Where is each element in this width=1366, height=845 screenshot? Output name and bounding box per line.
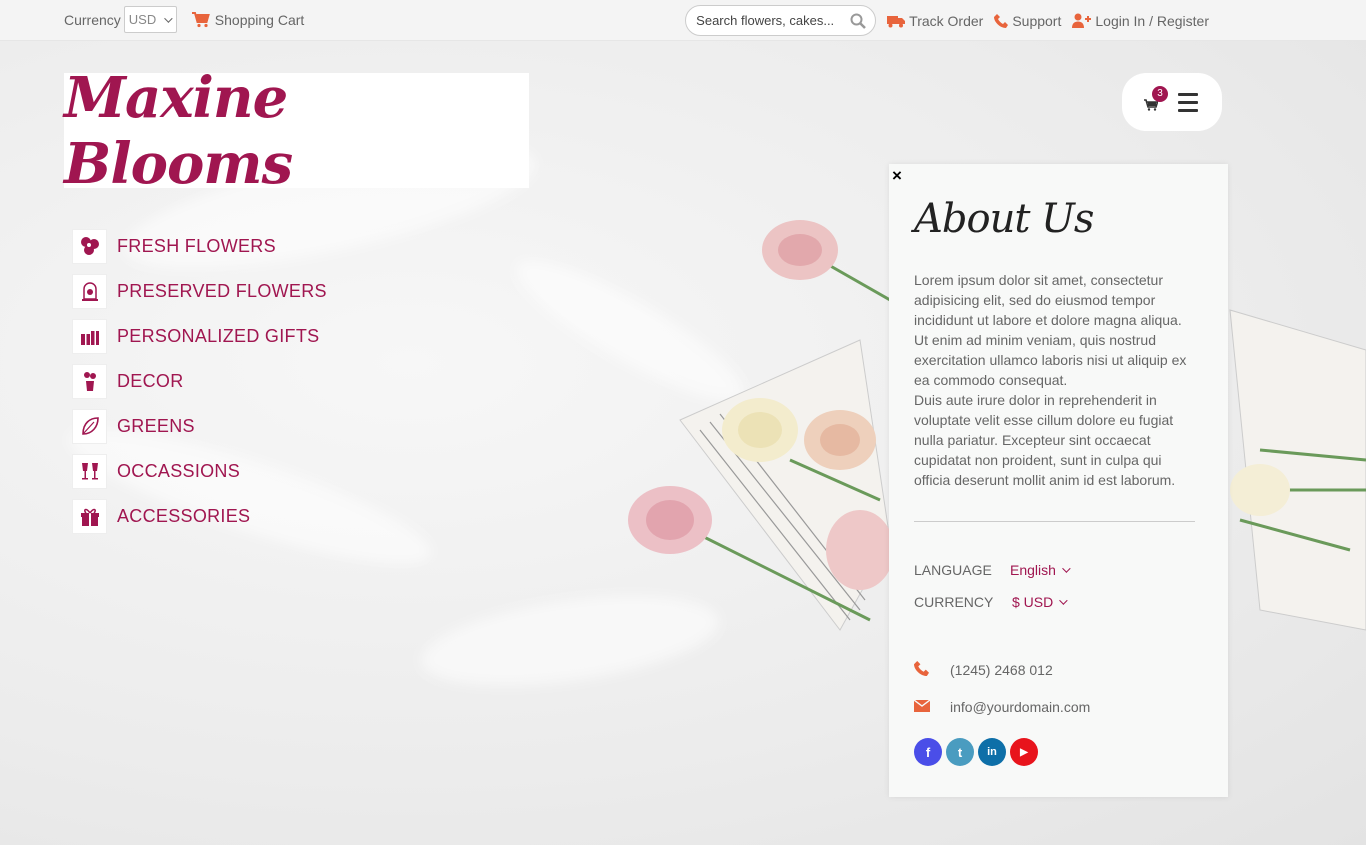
phone-icon [914, 661, 950, 679]
shopping-cart-label: Shopping Cart [214, 11, 305, 28]
about-us-paragraph: Duis aute irure dolor in reprehenderit i… [914, 392, 1176, 488]
login-label: Login In / Register [1095, 12, 1209, 29]
category-accessories[interactable]: ACCESSORIES [72, 498, 327, 534]
category-label: ACCESSORIES [117, 505, 251, 526]
search-icon[interactable] [850, 13, 867, 29]
category-occassions[interactable]: OCCASSIONS [72, 453, 327, 489]
envelope-icon [913, 699, 950, 715]
track-order-link[interactable]: Track Order [887, 13, 983, 29]
about-us-title: About Us [914, 196, 1094, 242]
close-icon[interactable]: × [892, 166, 902, 186]
category-label: PERSONALIZED GIFTS [117, 325, 320, 346]
about-us-panel: × About Us Lorem ipsum dolor sit amet, c… [889, 164, 1228, 797]
language-select[interactable]: English [1010, 562, 1071, 578]
youtube-icon[interactable]: ▶ [1010, 738, 1038, 766]
login-link[interactable]: Login In / Register [1072, 13, 1209, 29]
support-link[interactable]: Support [994, 13, 1061, 29]
chevron-down-icon [164, 13, 173, 23]
twitter-icon[interactable]: t [946, 738, 974, 766]
category-menu: FRESH FLOWERS PRESERVED FLOWERS PERSONAL… [72, 228, 327, 543]
language-value: English [1010, 562, 1056, 578]
top-bar: Currency USD Shopping Cart Track Order S… [0, 0, 1366, 41]
category-label: GREENS [117, 415, 195, 436]
shopping-cart-link[interactable]: Shopping Cart [191, 11, 305, 28]
currency-setting: CURRENCY $ USD [914, 594, 1068, 610]
phone-number: (1245) 2468 012 [950, 662, 1053, 678]
category-personalized-gifts[interactable]: PERSONALIZED GIFTS [72, 318, 327, 354]
currency-label: Currency [64, 11, 121, 28]
about-us-paragraph: Lorem ipsum dolor sit amet, consectetur … [914, 272, 1187, 388]
currency-setting-label: CURRENCY [914, 594, 994, 610]
giftbox-icon [72, 498, 107, 534]
divider [914, 521, 1195, 522]
search-box [685, 5, 877, 36]
phone-icon [994, 13, 1009, 28]
currency-setting-select[interactable]: $ USD [1012, 594, 1068, 610]
category-preserved-flowers[interactable]: PRESERVED FLOWERS [72, 273, 327, 309]
language-setting: LANGUAGE English [914, 562, 1071, 578]
flower-icon [72, 228, 107, 264]
language-label: LANGUAGE [914, 562, 992, 578]
about-us-text: Lorem ipsum dolor sit amet, consectetur … [914, 270, 1199, 490]
facebook-icon[interactable]: f [914, 738, 942, 766]
category-label: FRESH FLOWERS [117, 235, 276, 256]
currency-select-value: USD [128, 12, 157, 27]
chevron-down-icon [1059, 596, 1068, 605]
user-plus-icon [1072, 13, 1092, 28]
linkedin-icon[interactable]: in [978, 738, 1006, 766]
cart-count-badge: 3 [1152, 86, 1168, 102]
truck-icon [887, 15, 906, 27]
contact-phone: (1245) 2468 012 [914, 661, 1053, 679]
email-address[interactable]: info@yourdomain.com [950, 699, 1090, 715]
support-label: Support [1012, 12, 1062, 29]
cheers-icon [72, 453, 107, 489]
currency-select[interactable]: USD [123, 6, 177, 33]
search-input[interactable] [696, 13, 845, 28]
track-order-label: Track Order [909, 12, 984, 29]
hamburger-menu-icon[interactable] [1178, 93, 1198, 117]
bell-jar-icon [72, 273, 107, 309]
vase-icon [72, 363, 107, 399]
top-bar-right: Track Order Support Login In / Register [685, 5, 1209, 36]
site-logo[interactable]: Maxine Blooms [64, 65, 529, 197]
category-label: PRESERVED FLOWERS [117, 280, 327, 301]
logo-text: Maxine Blooms [64, 64, 293, 197]
cart-icon [191, 11, 210, 27]
contact-email: info@yourdomain.com [913, 699, 1090, 715]
top-bar-left: Currency USD Shopping Cart [64, 6, 304, 33]
category-greens[interactable]: GREENS [72, 408, 327, 444]
category-decor[interactable]: DECOR [72, 363, 327, 399]
leaf-icon [72, 408, 107, 444]
cart-menu-pill: 3 [1122, 73, 1222, 131]
category-fresh-flowers[interactable]: FRESH FLOWERS [72, 228, 327, 264]
chevron-down-icon [1062, 564, 1071, 573]
social-links: f t in ▶ [914, 738, 1042, 766]
category-label: OCCASSIONS [117, 460, 241, 481]
currency-setting-value: $ USD [1012, 594, 1054, 610]
category-label: DECOR [117, 370, 184, 391]
gift-icon [72, 318, 107, 354]
